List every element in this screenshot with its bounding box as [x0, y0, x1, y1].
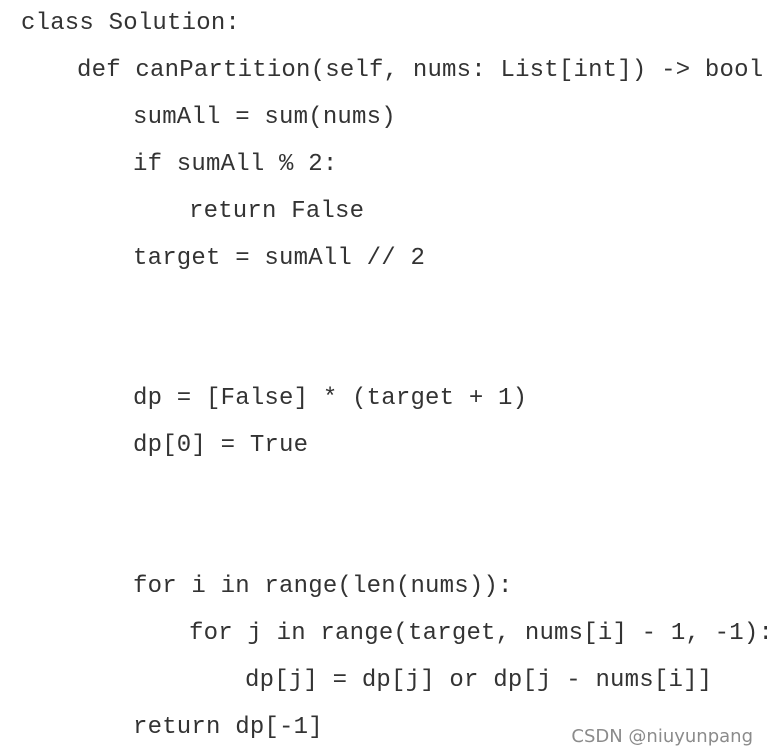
- code-snippet: class Solution: def canPartition(self, n…: [0, 0, 767, 755]
- code-line: class Solution:: [21, 10, 241, 37]
- code-line: dp = [False] * (target + 1): [133, 385, 528, 412]
- code-line: if sumAll % 2:: [133, 151, 338, 178]
- code-line: for j in range(target, nums[i] - 1, -1):: [189, 620, 767, 647]
- code-line: for i in range(len(nums)):: [133, 573, 513, 600]
- code-line: sumAll = sum(nums): [133, 104, 396, 131]
- code-line: return False: [189, 198, 365, 225]
- code-line: dp[0] = True: [133, 432, 309, 459]
- code-line: return dp[-1]: [133, 714, 323, 741]
- csdn-watermark: CSDN @niuyunpang: [571, 726, 753, 747]
- code-line: target = sumAll // 2: [133, 245, 426, 272]
- code-line: def canPartition(self, nums: List[int]) …: [77, 57, 767, 84]
- code-line: dp[j] = dp[j] or dp[j - nums[i]]: [245, 667, 713, 694]
